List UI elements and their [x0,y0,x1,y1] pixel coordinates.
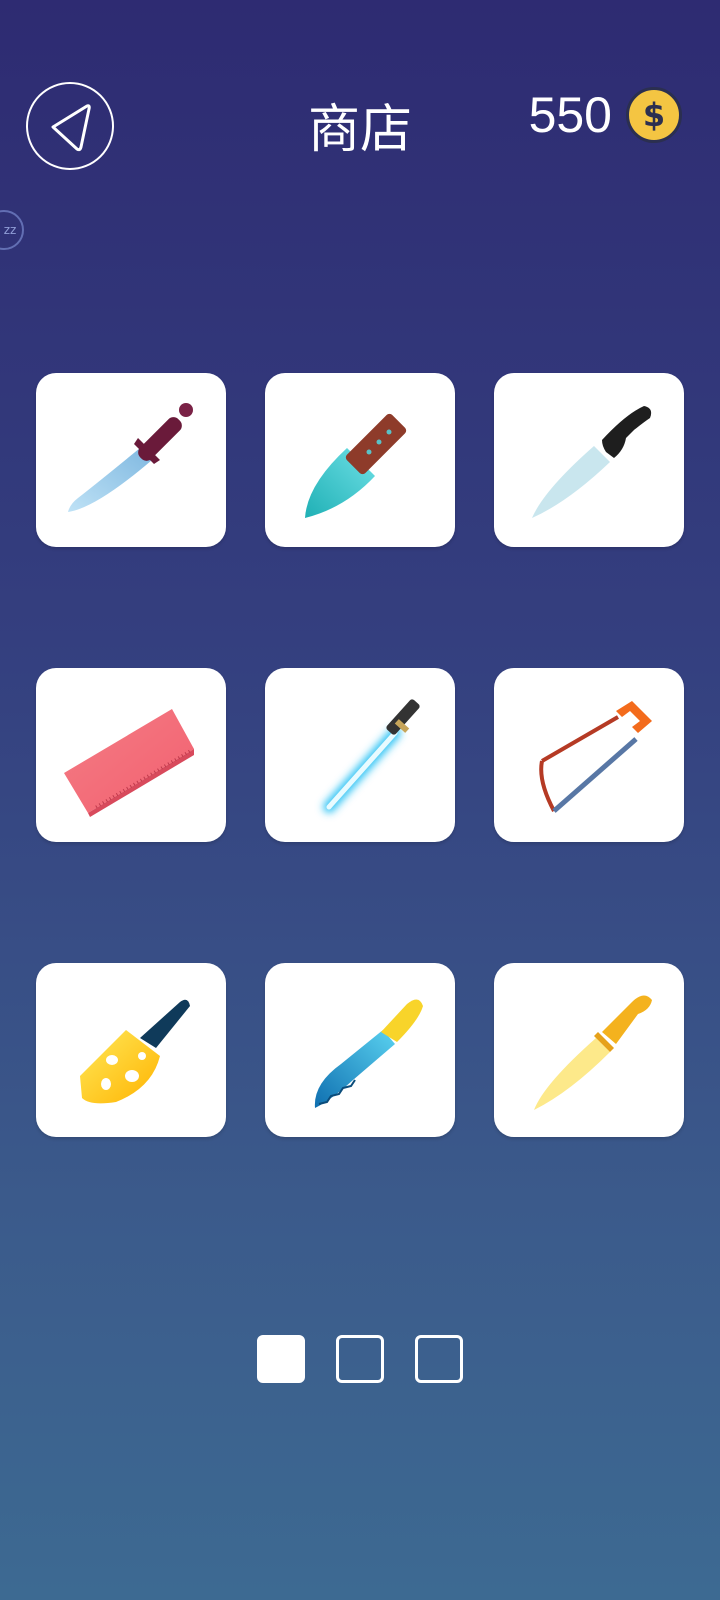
ruler-icon [64,709,194,817]
cheese-knife-icon [80,999,190,1104]
golden-knife-icon [534,995,652,1110]
page-indicator [0,1335,720,1383]
page-2-indicator[interactable] [336,1335,384,1383]
chef-knife-icon [305,413,407,518]
shop-item-cheese-knife[interactable] [36,963,226,1137]
sleep-badge[interactable]: zz [0,210,24,250]
shop-item-chef-knife[interactable] [265,373,455,547]
shop-item-bread-knife[interactable] [265,963,455,1137]
shop-item-kitchen-knife[interactable] [494,373,684,547]
shop-item-lightsaber[interactable] [265,668,455,842]
shop-grid [36,373,684,1137]
shop-item-golden-knife[interactable] [494,963,684,1137]
lightsaber-icon [323,699,420,813]
coin-balance: 550 $ [529,85,682,145]
shop-item-hunting-knife[interactable] [36,373,226,547]
shop-item-ruler[interactable] [36,668,226,842]
page-3-indicator[interactable] [415,1335,463,1383]
coin-icon: $ [626,87,682,143]
shop-item-hacksaw[interactable] [494,668,684,842]
coin-count: 550 [528,87,612,143]
kitchen-knife-icon [532,406,652,518]
page-1-indicator[interactable] [257,1335,305,1383]
hacksaw-icon [539,701,652,813]
hunting-knife-icon [68,403,193,512]
bread-knife-icon [314,999,423,1108]
